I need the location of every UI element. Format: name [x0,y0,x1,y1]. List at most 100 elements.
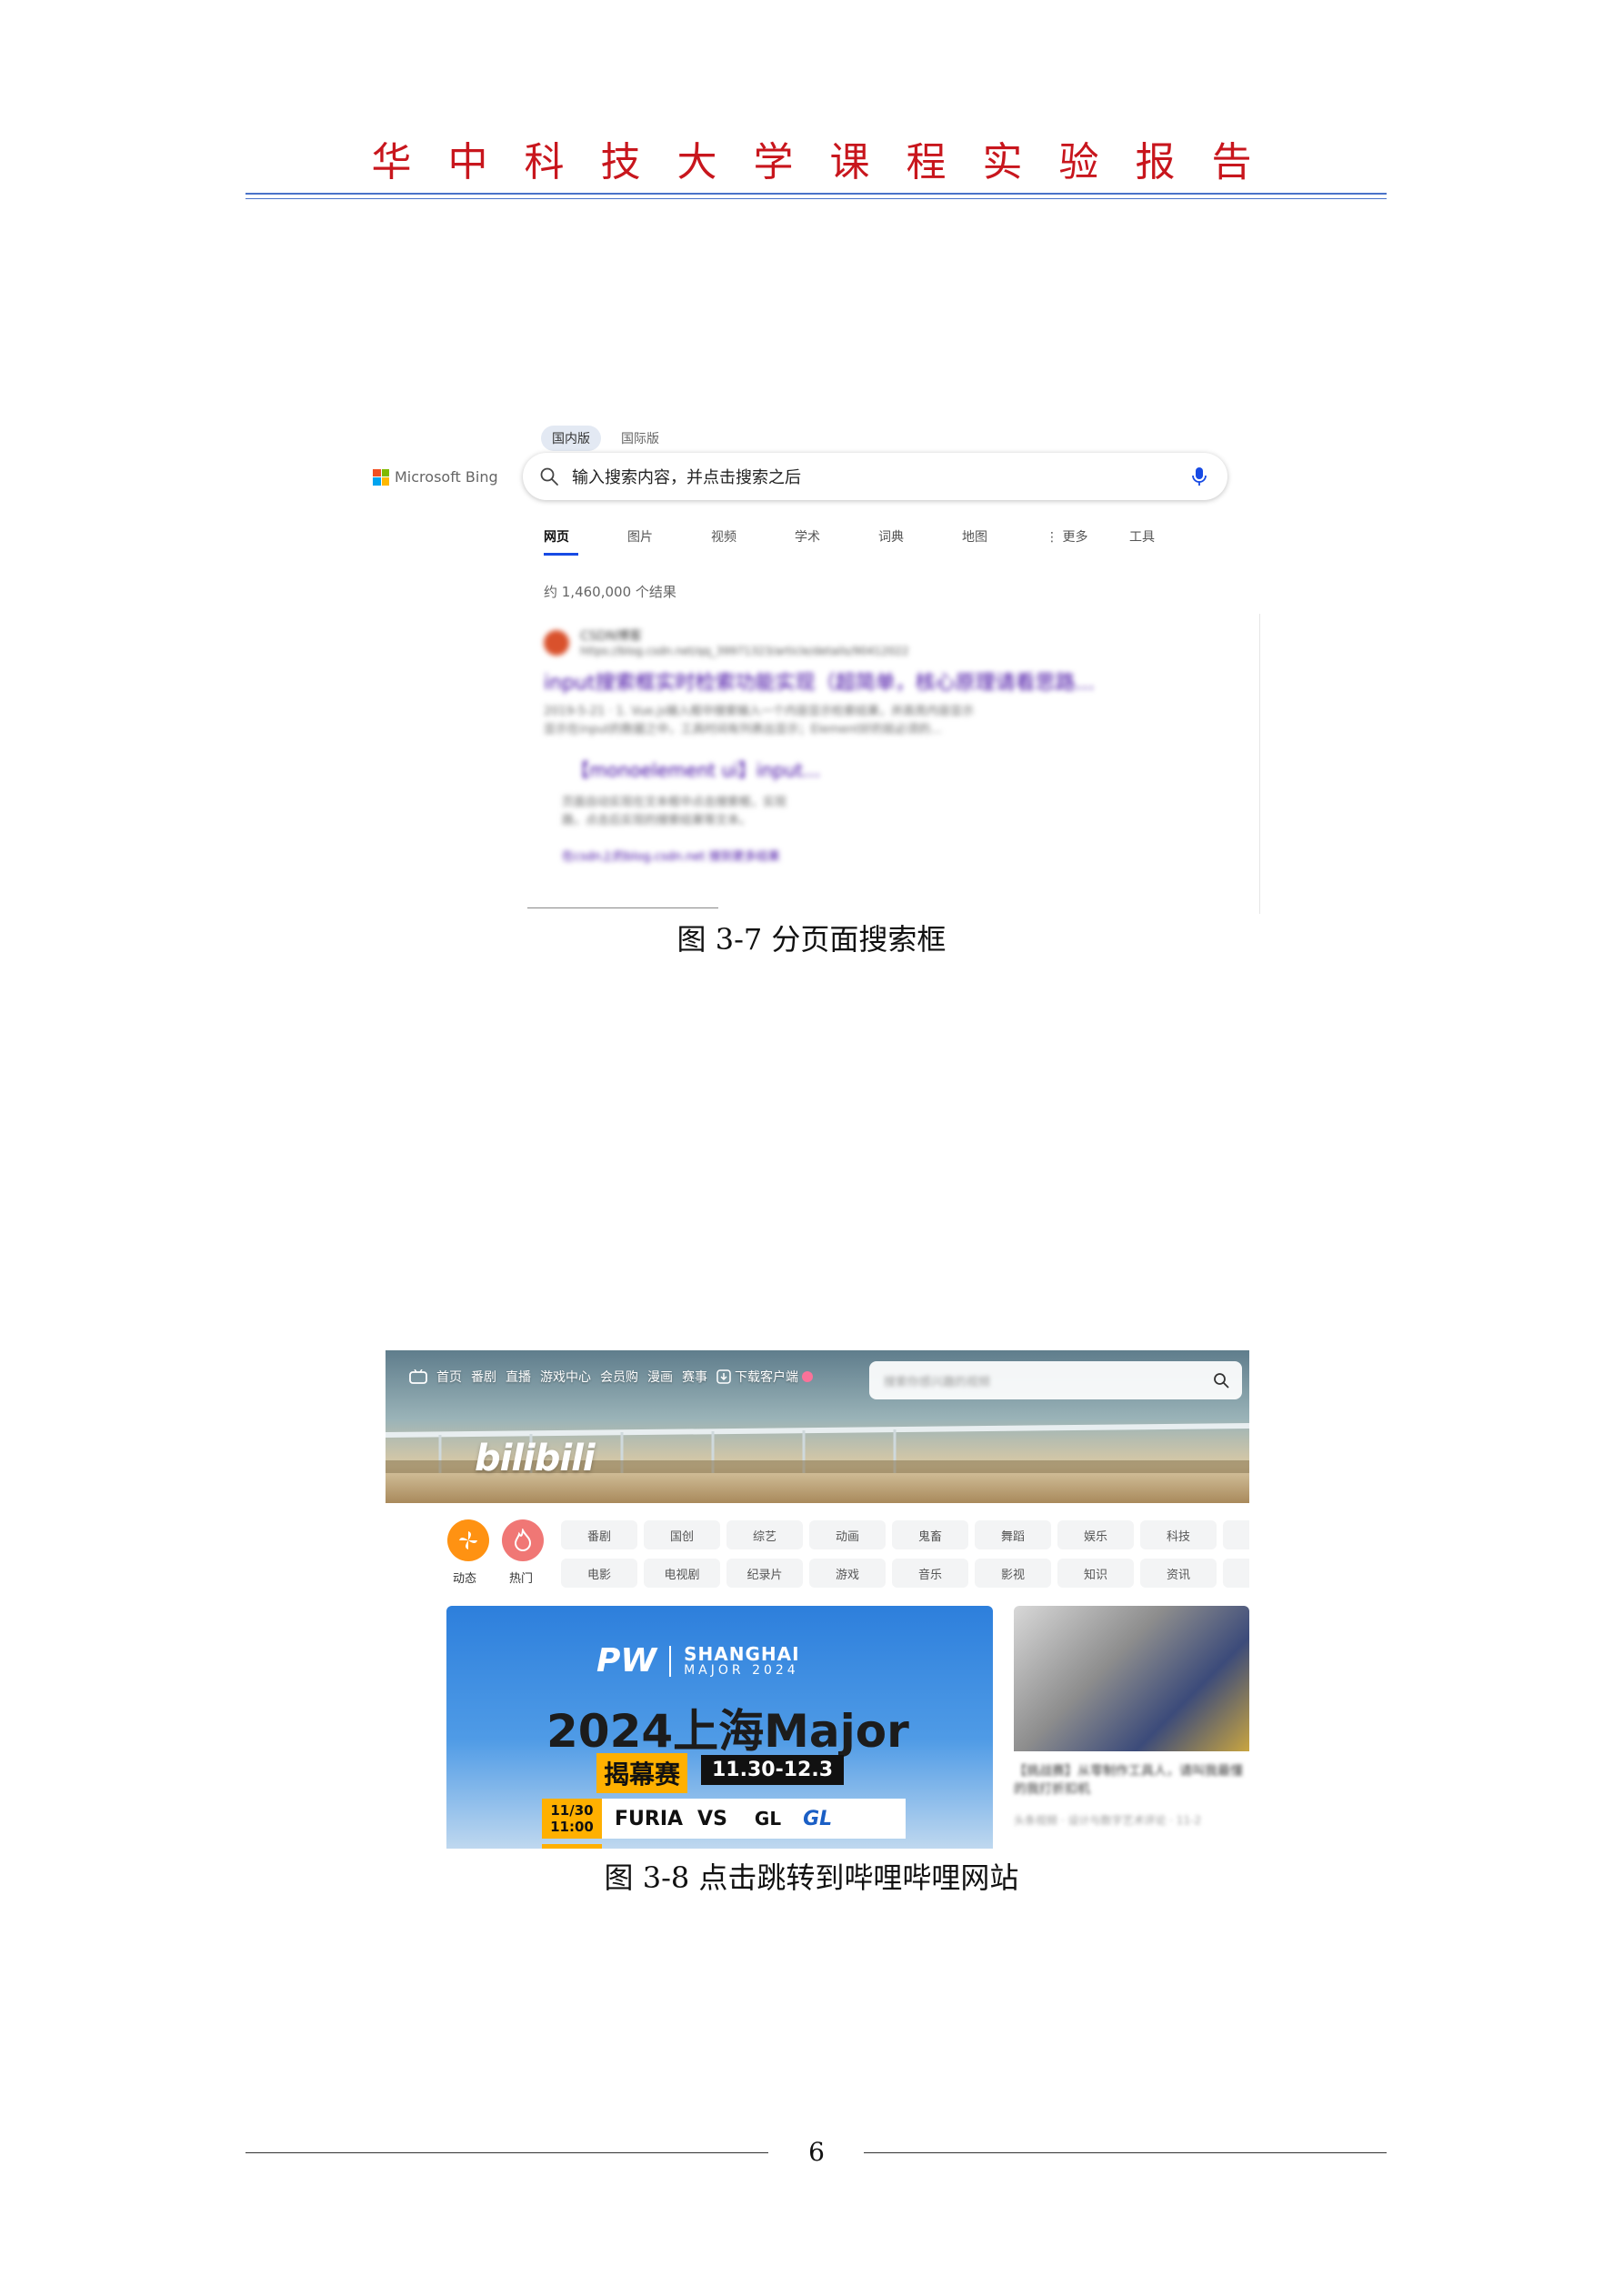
channel-kichiku[interactable]: 鬼畜 [892,1520,968,1549]
promo-major-line: MAJOR 2024 [684,1662,799,1678]
search-input[interactable]: 输入搜索内容，并点击搜索之后 [572,465,1191,488]
tab-tools[interactable]: 工具 [1129,527,1213,553]
bilibili-search-box[interactable]: 搜索你感兴趣的视频 [869,1361,1242,1399]
header-rule [245,193,1387,195]
nav-bangumi[interactable]: 番剧 [471,1368,496,1386]
team-2-logo: GL [803,1807,833,1830]
channel-knowledge[interactable]: 知识 [1057,1559,1134,1588]
result-snippet: 显示在input的数据之中，工具时间有列表出显示；Element好的就必须的..… [544,723,942,737]
tv-icon[interactable] [409,1369,427,1384]
dynamic-button[interactable] [447,1519,489,1561]
tab-maps[interactable]: 地图 [962,527,1046,553]
channel-chip-partial[interactable] [1223,1520,1249,1549]
result-snippet: 2019-5-21 · 1. Vue.js输入框中搜索输入一个内容显示检索结果，… [544,705,974,718]
bilibili-logo[interactable]: bilibili [475,1438,596,1479]
nav-manga[interactable]: 漫画 [647,1368,673,1386]
footer-rule-right [864,2152,1387,2153]
result-sublink[interactable]: 【monoelement ui】input... [571,756,820,782]
result-title-link[interactable]: input搜索框实时检索功能实现（超简单，核心原理请看思路... [544,667,1095,696]
nav-live[interactable]: 直播 [506,1368,531,1386]
bing-region-tabs: 国内版 国际版 [541,426,670,451]
hot-label: 热门 [509,1572,534,1586]
channel-game[interactable]: 游戏 [809,1559,886,1588]
video-title[interactable]: 【挑战赛】从零制作工具人，请叫我最懂的我打折扣机 [1014,1762,1249,1799]
pw-logo: PW [596,1642,657,1679]
bing-logo[interactable]: Microsoft Bing [373,468,498,486]
figure-bing-screenshot: 国内版 国际版 Microsoft Bing 输入搜索内容，并点击搜索之后 网页… [364,418,1264,914]
promo-match-row: 11/30 11:00 FURIA VS GL GL [542,1799,906,1839]
promo-divider [669,1645,672,1677]
bing-nav-tabs: 网页 图片 视频 学术 词典 地图 ⋮ 更多 工具 [544,527,1213,553]
hot-button[interactable] [502,1519,544,1561]
region-tab-domestic[interactable]: 国内版 [541,426,601,451]
channel-chip-partial[interactable] [1223,1559,1249,1588]
promo-match-row-partial [542,1844,602,1849]
dynamic-label: 动态 [453,1572,477,1586]
tab-images[interactable]: 图片 [627,527,711,553]
channel-variety[interactable]: 综艺 [726,1520,803,1549]
notification-badge [802,1371,813,1382]
result-sub-snippet: 页面自动实现在文本框中点击搜索框，实现 [562,796,787,809]
footer-rule-left [245,2152,768,2153]
flame-icon [514,1529,532,1551]
bing-logo-text: Microsoft Bing [395,468,498,486]
channel-dance[interactable]: 舞蹈 [975,1520,1051,1549]
video-thumbnail[interactable] [1014,1606,1249,1751]
channel-entertainment[interactable]: 娱乐 [1057,1520,1134,1549]
result-more-link[interactable]: 在csdn上的blog.csdn.net 搜到更多结果 [562,847,780,864]
channel-bangumi[interactable]: 番剧 [561,1520,637,1549]
result-count: 约 1,460,000 个结果 [544,584,676,600]
search-icon [540,467,558,486]
search-input[interactable]: 搜索你感兴趣的视频 [884,1372,1213,1389]
promo-event-block: SHANGHAI MAJOR 2024 [684,1645,799,1678]
match-hour: 11:00 [550,1819,594,1835]
tab-academic[interactable]: 学术 [795,527,878,553]
tab-more[interactable]: ⋮ 更多 [1046,527,1129,553]
result-site-name: CSDN博客 [580,629,642,644]
nav-esports[interactable]: 赛事 [682,1368,707,1386]
windmill-icon [459,1531,477,1549]
channel-film[interactable]: 影视 [975,1559,1051,1588]
search-icon[interactable] [1213,1372,1229,1389]
channel-tech[interactable]: 科技 [1140,1520,1217,1549]
page-number: 6 [808,2137,825,2167]
microphone-icon[interactable] [1191,466,1207,487]
region-tab-international[interactable]: 国际版 [610,426,670,451]
video-meta[interactable]: 头条视频 · 设计与数字艺术评论 · 11-2 [1014,1812,1249,1828]
nav-home[interactable]: 首页 [436,1368,462,1386]
results-divider [1259,614,1260,914]
channel-guochuang[interactable]: 国创 [644,1520,720,1549]
result-sub-snippet: 路，点击后实现的搜索结果等文本。 [562,814,752,827]
channel-tv-series[interactable]: 电视剧 [644,1559,720,1588]
tab-dictionary[interactable]: 词典 [878,527,962,553]
channel-music[interactable]: 音乐 [892,1559,968,1588]
bing-search-box[interactable]: 输入搜索内容，并点击搜索之后 [523,453,1227,500]
promo-carousel-card[interactable]: PW SHANGHAI MAJOR 2024 2024上海Major 揭幕赛 1… [446,1606,993,1849]
promo-title: 2024上海Major [546,1705,909,1758]
result-url[interactable]: https://blog.csdn.net/qq_39971323/articl… [580,645,909,657]
channel-news[interactable]: 资讯 [1140,1559,1217,1588]
header-rule-thin [245,198,1387,199]
promo-date: 11.30-12.3 [701,1755,844,1785]
tab-videos[interactable]: 视频 [711,527,795,553]
nav-download-client[interactable]: 下载客户端 [735,1368,798,1386]
versus-label: VS [697,1807,727,1830]
result-separator [527,907,718,908]
nav-mall[interactable]: 会员购 [600,1368,638,1386]
channel-documentary[interactable]: 纪录片 [726,1559,803,1588]
figure-caption: 图 3-8 点击跳转到哔哩哔哩网站 [604,1860,1019,1895]
download-icon[interactable] [716,1369,731,1384]
page-header-title: 华中科技大学课程实验报告 [371,139,1288,185]
promo-event-name: SHANGHAI [684,1642,800,1665]
team-2: GL [754,1808,782,1830]
channel-movie[interactable]: 电影 [561,1559,637,1588]
promo-logo: PW SHANGHAI MAJOR 2024 [596,1642,800,1679]
figure-bilibili-screenshot: 首页 番剧 直播 游戏中心 会员购 漫画 赛事 下载客户端 搜索你感兴趣的视频 … [386,1350,1249,1849]
tab-web[interactable]: 网页 [544,527,627,553]
match-date: 11/30 [550,1802,594,1819]
channel-animation[interactable]: 动画 [809,1520,886,1549]
microsoft-logo-icon [373,468,389,486]
team-1: FURIA [615,1807,684,1830]
nav-game-center[interactable]: 游戏中心 [540,1368,591,1386]
figure-caption: 图 3-7 分页面搜索框 [676,922,947,957]
